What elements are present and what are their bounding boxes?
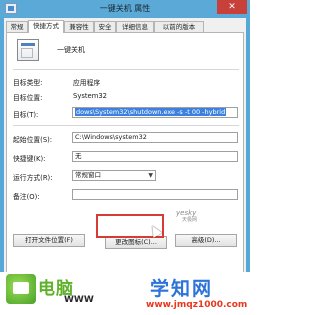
target-type-value: 应用程序 [73,79,101,87]
run-label: 运行方式(R): [13,174,53,182]
watermark-text: yesky [176,209,197,217]
tab-details[interactable]: 详细信息 [116,21,154,32]
divider [13,125,239,126]
computer-logo-icon [6,274,36,304]
open-file-location-button[interactable]: 打开文件位置(F) [13,234,85,247]
target-location-label: 目标位置: [13,94,43,102]
tab-previous-versions[interactable]: 以前的版本 [154,21,204,32]
tab-compatibility[interactable]: 兼容性 [64,21,94,32]
run-select-value: 常规窗口 [75,171,101,179]
tab-shortcut[interactable]: 快捷方式 [28,20,64,33]
tab-security[interactable]: 安全 [94,21,116,32]
close-button[interactable]: ✕ [217,0,247,14]
yesky-watermark: yesky 天极网 [176,210,197,224]
start-in-input[interactable]: C:\Windows\system32 [72,132,238,143]
properties-window: 一键关机 属性 ✕ 常规 快捷方式 兼容性 安全 详细信息 以前的版本 一键关机… [0,0,250,315]
comment-label: 备注(O): [13,193,40,201]
target-input-text: dows\System32\shutdown.exe -s -t 00 -hyb… [75,108,227,116]
shutdown-app-icon [17,39,39,61]
shortcut-tab-content: 一键关机 目标类型: 应用程序 目标位置: System32 目标(T): do… [6,32,244,287]
footer-site-title: 学知网 [150,278,214,300]
footer-left-sub: WWW [64,295,94,305]
tab-general[interactable]: 常规 [6,21,28,32]
window-title: 一键关机 属性 [99,4,151,13]
title-bar[interactable]: 一键关机 属性 ✕ [0,0,250,17]
start-in-label: 起始位置(S): [13,136,53,144]
footer-site-url: www.jmqz1000.com [146,300,248,310]
dialog-panel: 常规 快捷方式 兼容性 安全 详细信息 以前的版本 一键关机 目标类型: 应用程… [4,18,246,309]
divider [13,69,239,70]
target-label: 目标(T): [13,111,39,119]
tab-strip: 常规 快捷方式 兼容性 安全 详细信息 以前的版本 [6,20,244,33]
target-type-label: 目标类型: [13,79,43,87]
target-input[interactable]: dows\System32\shutdown.exe -s -t 00 -hyb… [72,107,238,118]
comment-input[interactable] [72,189,238,200]
hotkey-input[interactable]: 无 [72,151,238,162]
hotkey-label: 快捷键(K): [13,155,46,163]
advanced-button[interactable]: 高级(D)... [175,234,237,247]
target-location-value: System32 [73,92,107,100]
shortcut-name[interactable]: 一键关机 [57,45,85,55]
run-select[interactable]: 常规窗口 ▼ [72,170,156,181]
chevron-down-icon: ▼ [148,172,153,179]
watermark-sub: 天极网 [182,217,198,223]
